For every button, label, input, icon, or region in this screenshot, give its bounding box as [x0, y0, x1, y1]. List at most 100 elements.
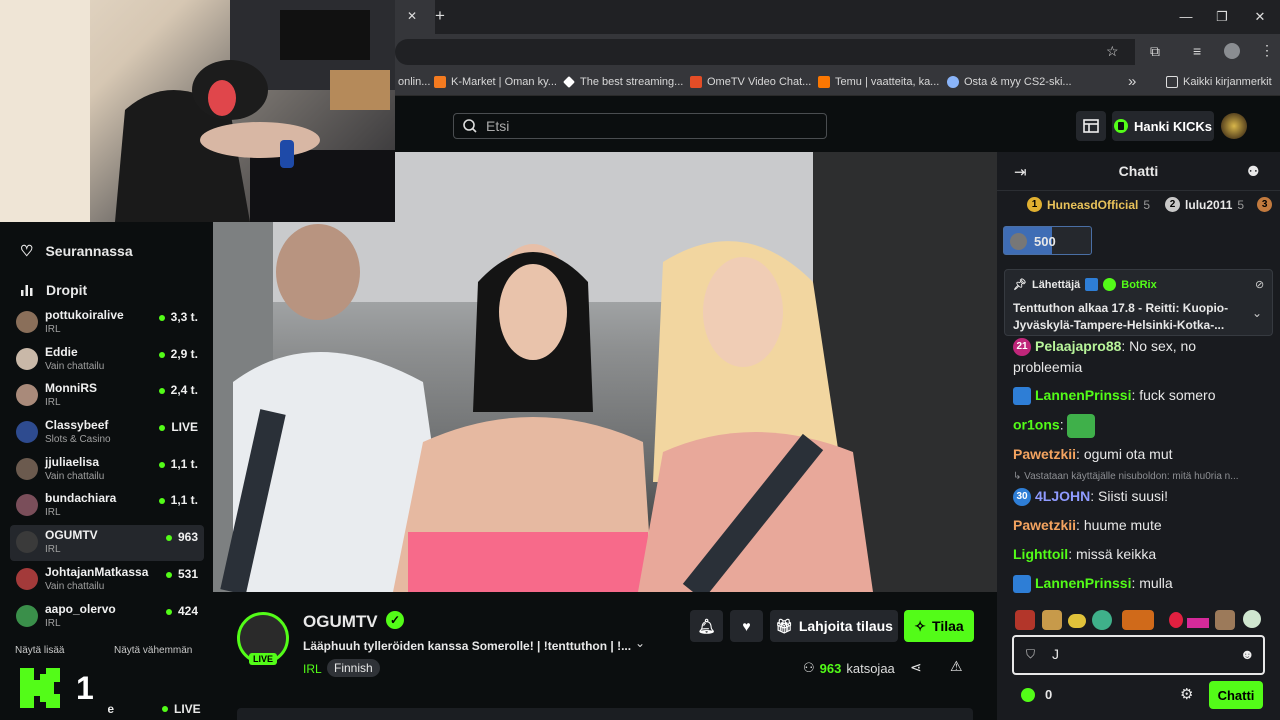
sidebar-channel[interactable]: JohtajanMatkassa Vain chattailu 531	[10, 565, 204, 601]
chat-panel: ⇥ Chatti ⚉ 1 HuneasdOfficial 5 2 lulu201…	[997, 152, 1280, 720]
more-bookmarks-icon[interactable]: »	[1128, 73, 1136, 90]
library-button[interactable]	[1076, 111, 1106, 141]
chat-message[interactable]: LannenPrinssi: mulla	[1013, 573, 1268, 594]
avatar	[16, 605, 38, 627]
notify-button[interactable]: 🔔︎	[690, 610, 723, 642]
browser-menu-icon[interactable]: ⋮	[1260, 42, 1274, 59]
chat-message[interactable]: Lighttoil: missä keikka	[1013, 544, 1268, 565]
url-field[interactable]	[395, 39, 1135, 65]
bell-icon: 🔔︎	[697, 617, 716, 634]
bookmark-item[interactable]: Osta & myy CS2-ski...	[947, 76, 1072, 88]
all-bookmarks-folder[interactable]: Kaikki kirjanmerkit	[1166, 76, 1272, 88]
emote-icon[interactable]	[1187, 618, 1209, 628]
sub-badge: 30	[1013, 488, 1031, 507]
user-avatar[interactable]	[1221, 113, 1247, 139]
kicks-goal-bar[interactable]: 500	[1003, 226, 1092, 255]
cloud-icon	[947, 76, 959, 88]
emoji-icon[interactable]: ☻	[1240, 646, 1255, 662]
emote-icon[interactable]	[1169, 612, 1183, 628]
sidebar-channel[interactable]: bundachiara IRL 1,1 t.	[10, 491, 204, 527]
sidebar-drops[interactable]: Dropit	[20, 282, 87, 298]
chat-message[interactable]: or1ons:	[1013, 414, 1268, 438]
tab-close-icon[interactable]: ✕	[407, 9, 417, 23]
unpin-icon[interactable]: ⊘	[1255, 278, 1264, 291]
bookmark-star-icon[interactable]: ☆	[1106, 43, 1119, 60]
heart-icon: ♡	[20, 243, 34, 260]
avatar	[16, 311, 38, 333]
leaderboard: 1 HuneasdOfficial 5 2 lulu2011 5 3	[1027, 197, 1273, 212]
emote-icon[interactable]	[1042, 610, 1062, 630]
sidebar-channel[interactable]: MonniRS IRL 2,4 t.	[10, 381, 204, 417]
subscribe-button[interactable]: ✧ Tilaa	[904, 610, 974, 642]
kmarket-icon	[434, 76, 446, 88]
drops-icon	[21, 285, 33, 296]
pin-icon: 📌︎	[1013, 279, 1027, 291]
stream-info-panel: LIVE OGUMTV ✓ Lääphuuh tylleröiden kanss…	[213, 592, 997, 720]
pinned-text: Tenttuthon alkaa 17.8 - Reitti: Kuopio-J…	[1013, 301, 1229, 332]
chevron-down-icon[interactable]: ⌄	[635, 636, 645, 650]
bookmark-item[interactable]: Temu | vaatteita, ka...	[818, 76, 939, 88]
report-icon[interactable]: ⚠	[950, 658, 963, 675]
emote-icon[interactable]	[1243, 610, 1261, 628]
new-tab-icon[interactable]: +	[435, 6, 445, 26]
goal-avatar	[1010, 233, 1027, 250]
minimize-icon[interactable]: —	[1176, 9, 1196, 24]
pinned-message[interactable]: 📌︎ Lähettäjä BotRix ⊘ Tenttuthon alkaa 1…	[1004, 269, 1273, 336]
maximize-icon[interactable]: ❐	[1212, 9, 1232, 25]
chat-message[interactable]: 21 Pelaajapro88: No sex, no probleemia	[1013, 336, 1268, 378]
pinned-header: 📌︎ Lähettäjä BotRix	[1013, 278, 1157, 291]
avatar	[16, 458, 38, 480]
extensions-icon[interactable]: ⧉	[1150, 43, 1160, 60]
sidebar-channel[interactable]: aapo_olervo IRL 424	[10, 602, 204, 638]
kicks-coin-icon	[1113, 119, 1128, 133]
gift-sub-button[interactable]: 🎁︎ Lahjoita tilaus	[770, 610, 898, 642]
profile-avatar-icon[interactable]	[1224, 43, 1240, 59]
stream-category[interactable]: IRL	[303, 662, 322, 676]
chat-input-value: J	[1052, 646, 1059, 662]
rank-badge: 2	[1165, 197, 1181, 212]
active-tab[interactable]: ✕	[395, 0, 435, 34]
share-icon[interactable]: ⋖	[910, 659, 922, 676]
chat-message[interactable]: Pawetzkii: ogumi ota mut	[1013, 444, 1268, 465]
sidebar-channel[interactable]: jjuliaelisa Vain chattailu 1,1 t.	[10, 455, 204, 491]
chat-message[interactable]: Pawetzkii: huume mute	[1013, 515, 1268, 536]
stream-title: Lääphuuh tylleröiden kanssa Somerolle! |…	[303, 639, 632, 653]
shield-icon: ⛉	[1026, 647, 1036, 661]
sidebar-channel[interactable]: Classybeef Slots & Casino LIVE	[10, 418, 204, 454]
chevron-down-icon[interactable]: ⌄	[1252, 306, 1262, 320]
sidebar-following[interactable]: ♡ Seurannassa	[20, 242, 133, 260]
bookmark-item[interactable]: K-Market | Oman ky...	[434, 76, 557, 88]
sidebar-channel[interactable]: Eddie Vain chattailu 2,9 t.	[10, 345, 204, 381]
stream-tag[interactable]: Finnish	[327, 659, 380, 677]
below-stream-panel	[237, 708, 973, 720]
kicks-balance[interactable]: 0	[1021, 687, 1052, 702]
media-control-icon[interactable]: ≡	[1193, 43, 1201, 59]
chat-input[interactable]: ⛉ J ☻	[1012, 635, 1265, 675]
chat-message[interactable]: LannenPrinssi: fuck somero	[1013, 385, 1268, 406]
send-chat-button[interactable]: Chatti	[1209, 681, 1263, 709]
sparkle-icon: ✧	[914, 617, 927, 634]
chat-message[interactable]: 30 4LJOHN: Siisti suusi!	[1013, 486, 1268, 507]
show-less-link[interactable]: Näytä vähemmän	[114, 645, 192, 656]
divider	[997, 190, 1280, 191]
emote-icon[interactable]	[1092, 610, 1112, 630]
search-input[interactable]: Etsi	[453, 113, 827, 139]
chat-settings-icon[interactable]: ⚙	[1180, 685, 1193, 703]
bookmark-item[interactable]: The best streaming...	[563, 76, 683, 88]
follow-button[interactable]: ♥	[730, 610, 763, 642]
emote-icon[interactable]	[1068, 614, 1086, 628]
verified-icon	[1103, 278, 1117, 291]
chat-users-icon[interactable]: ⚉	[1247, 163, 1260, 180]
channel-name[interactable]: OGUMTV	[303, 612, 378, 632]
get-kicks-button[interactable]: Hanki KICKs	[1112, 111, 1214, 141]
close-window-icon[interactable]: ✕	[1250, 9, 1270, 25]
show-more-link[interactable]: Näytä lisää	[15, 645, 64, 656]
bookmark-item[interactable]: onlin...	[398, 76, 430, 88]
sidebar-channel-active[interactable]: OGUMTV IRL 963	[10, 525, 204, 561]
emote-icon[interactable]	[1122, 610, 1154, 630]
sidebar-channel[interactable]: pottukoiralive IRL 3,3 t.	[10, 308, 204, 344]
emote-icon[interactable]	[1015, 610, 1035, 630]
bookmark-item[interactable]: OmeTV Video Chat...	[690, 76, 811, 88]
emote-icon[interactable]	[1215, 610, 1235, 630]
rank-badge: 1	[1027, 197, 1042, 212]
